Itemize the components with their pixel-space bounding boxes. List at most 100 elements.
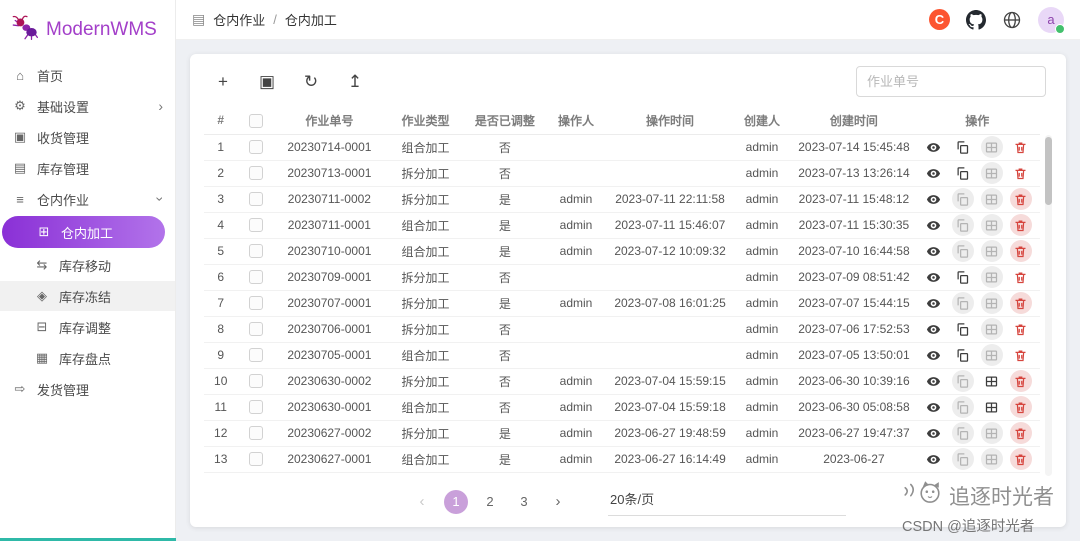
row-checkbox[interactable] [249,426,264,441]
table-row: 3 20230711-0002 拆分加工 是 admin 2023-07-11 … [204,186,1040,213]
sidebar-item-warehouse-ops[interactable]: ≡ 仓内作业 › [0,184,175,214]
copy-button[interactable] [951,214,974,236]
sidebar-item-stock-count[interactable]: ▦ 库存盘点 [0,343,175,373]
delete-button[interactable] [1009,188,1032,210]
view-button[interactable] [923,422,945,444]
refresh-button[interactable]: ↻ [298,69,324,95]
delete-button[interactable] [1009,448,1032,470]
copy-button[interactable] [951,422,974,444]
sidebar-item-delivery[interactable]: ⇨ 发货管理 [0,374,175,404]
select-all-checkbox[interactable] [249,113,264,128]
adjust-button[interactable] [980,344,1003,366]
view-button[interactable] [923,396,945,418]
sidebar-item-label: 库存移动 [59,258,112,274]
row-checkbox[interactable] [249,452,264,467]
delete-button[interactable] [1010,266,1032,288]
adjust-button[interactable] [980,448,1003,470]
adjust-button[interactable] [980,266,1003,288]
row-checkbox[interactable] [249,166,264,181]
delete-button[interactable] [1009,422,1032,444]
adjust-button[interactable] [980,136,1003,158]
copy-button[interactable] [952,162,974,184]
view-button[interactable] [923,448,945,470]
view-button[interactable] [923,292,945,314]
copy-button[interactable] [951,370,974,392]
next-page-button[interactable]: › [546,490,570,514]
adjust-button[interactable] [980,162,1003,184]
adjust-button[interactable] [980,240,1003,262]
breadcrumb-section[interactable]: 仓内作业 [213,10,265,29]
copy-button[interactable] [951,292,974,314]
delete-button[interactable] [1010,318,1032,340]
page-button-3[interactable]: 3 [512,490,536,514]
delete-button[interactable] [1010,162,1032,184]
delete-button[interactable] [1009,396,1032,418]
add-button[interactable]: + [210,69,236,95]
sidebar-item-home[interactable]: ⌂ 首页 [0,60,175,90]
row-checkbox[interactable] [249,140,264,155]
row-checkbox[interactable] [249,400,264,415]
table-row: 11 20230630-0001 组合加工 否 admin 2023-07-04… [204,394,1040,421]
row-checkbox[interactable] [249,218,264,233]
view-button[interactable] [923,214,945,236]
delete-button[interactable] [1009,292,1032,314]
view-button[interactable] [923,162,945,184]
copy-button[interactable] [952,136,974,158]
github-icon[interactable] [966,9,986,30]
row-checkbox[interactable] [249,244,264,259]
adjust-button[interactable] [981,370,1003,392]
csdn-icon[interactable]: C [929,9,950,30]
sidebar-item-settings[interactable]: ⚙ 基础设置 › [0,91,175,121]
user-avatar[interactable]: a [1038,6,1065,34]
adjust-button[interactable] [980,292,1003,314]
view-button[interactable] [923,318,945,340]
adjust-button[interactable] [980,422,1003,444]
row-checkbox[interactable] [249,192,264,207]
sidebar-item-processing[interactable]: ⊞ 仓内加工 [2,216,165,248]
search-input[interactable] [856,66,1046,97]
row-checkbox[interactable] [249,348,264,363]
adjusted-cell: 是 [467,446,543,473]
sidebar-item-receive[interactable]: ▣ 收货管理 [0,122,175,152]
copy-button[interactable] [951,188,974,210]
sidebar-item-inventory[interactable]: ▤ 库存管理 [0,153,175,183]
copy-button[interactable] [951,396,974,418]
adjust-button[interactable] [980,188,1003,210]
delete-button[interactable] [1009,240,1032,262]
delete-button[interactable] [1009,214,1032,236]
view-button[interactable] [923,370,945,392]
adjust-button[interactable] [980,214,1003,236]
page-button-1[interactable]: 1 [444,489,468,514]
delete-button[interactable] [1009,370,1032,392]
view-button[interactable] [923,240,945,262]
export-button[interactable]: ↥ [342,69,368,95]
copy-button[interactable] [952,266,974,288]
page-button-2[interactable]: 2 [478,490,502,514]
scan-button[interactable]: ▣ [254,69,280,95]
view-button[interactable] [923,188,945,210]
copy-button[interactable] [951,240,974,262]
row-checkbox[interactable] [249,270,264,285]
view-button[interactable] [923,266,945,288]
sidebar-item-stock-move[interactable]: ⇆ 库存移动 [0,250,175,280]
sidebar-item-stock-freeze[interactable]: ◈ 库存冻结 [0,281,175,311]
copy-button[interactable] [952,344,974,366]
adjust-button[interactable] [980,318,1003,340]
language-globe-icon[interactable] [1002,10,1022,30]
prev-page-button[interactable]: ‹ [410,490,434,514]
sidebar-item-stock-adjust[interactable]: ⊟ 库存调整 [0,312,175,342]
delete-button[interactable] [1010,344,1032,366]
row-checkbox[interactable] [249,322,264,337]
row-checkbox[interactable] [249,374,264,389]
copy-button[interactable] [952,318,974,340]
row-checkbox[interactable] [249,296,264,311]
copy-button[interactable] [951,448,974,470]
view-button[interactable] [923,136,945,158]
app-logo[interactable]: ModernWMS [0,6,175,59]
scrollbar-thumb[interactable] [1045,137,1052,205]
delete-button[interactable] [1010,136,1032,158]
scrollbar-track[interactable] [1045,135,1052,476]
adjust-button[interactable] [981,396,1003,418]
page-size-select[interactable]: 20条/页 [608,487,846,516]
view-button[interactable] [923,344,945,366]
